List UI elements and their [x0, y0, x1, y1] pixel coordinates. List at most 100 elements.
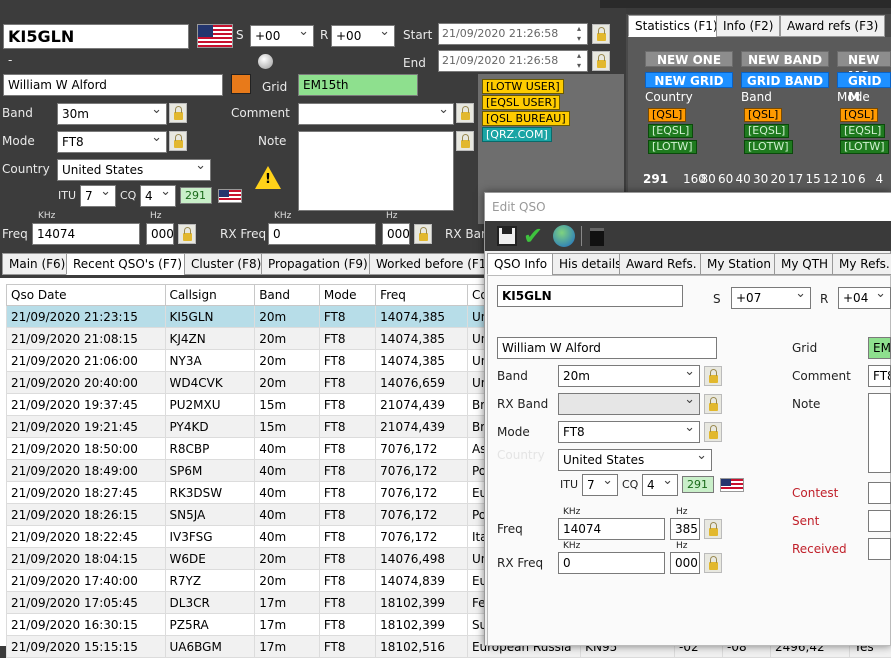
freq-khz-input[interactable]: 14074 [32, 223, 140, 245]
dialog-contest-input[interactable] [868, 482, 891, 504]
rxfreq-khz-input[interactable]: 0 [268, 223, 376, 245]
tab-main[interactable]: Main (F6) [2, 253, 72, 275]
tab-statistics[interactable]: Statistics (F1) [628, 15, 725, 37]
qrz-lookup-icon[interactable] [231, 74, 251, 94]
table-cell: 21/09/2020 18:22:45 [7, 526, 166, 548]
mode-select[interactable]: FT8 [57, 131, 167, 153]
dialog-mode-label: Mode [497, 425, 530, 439]
freq-hz-input[interactable]: 000 [146, 223, 174, 245]
dialog-rxband-select[interactable] [558, 393, 700, 415]
comment-select[interactable] [298, 103, 454, 125]
dialog-sent-input[interactable] [868, 510, 891, 532]
table-cell: FT8 [319, 526, 375, 548]
cq-label: CQ [120, 189, 136, 202]
dialog-callsign-input[interactable]: KI5GLN [497, 285, 683, 307]
warning-icon-mark: ! [265, 172, 271, 187]
country-select[interactable]: United States [57, 159, 211, 181]
dialog-r-select[interactable]: +04 [838, 287, 891, 309]
callsign-input[interactable]: KI5GLN [3, 24, 189, 49]
dialog-grid-input[interactable]: EM1 [868, 337, 891, 359]
comment-label: Comment [231, 106, 290, 120]
dialog-cq-select[interactable]: 4 [642, 474, 678, 496]
dialog-mode-lock-icon[interactable] [704, 422, 722, 442]
dialog-freq-khz-input[interactable]: 14074 [558, 518, 665, 540]
dialog-name-input[interactable]: William W Alford [497, 337, 717, 359]
column-header[interactable]: Band [255, 285, 320, 306]
mode-lock-icon[interactable] [169, 131, 187, 151]
start-datetime[interactable]: 21/09/2020 21:26:58 [438, 23, 588, 45]
toolbar-divider [581, 226, 582, 246]
itu-select[interactable]: 7 [80, 185, 116, 207]
table-cell: WD4CVK [165, 372, 255, 394]
column-header[interactable]: Qso Date [7, 285, 166, 306]
dialog-comment-input[interactable]: FT8 [868, 365, 891, 387]
dialog-country-select[interactable]: United States [558, 449, 712, 471]
cq-select[interactable]: 4 [140, 185, 176, 207]
end-datetime[interactable]: 21/09/2020 21:26:58 [438, 50, 588, 72]
freq-lock-icon[interactable] [178, 224, 196, 244]
tab-propagation[interactable]: Propagation (F9) [261, 253, 375, 275]
delete-trash-icon[interactable] [590, 228, 604, 246]
column-header[interactable]: Callsign [165, 285, 255, 306]
tab-recent-qsos[interactable]: Recent QSO's (F7) [66, 253, 189, 275]
table-cell: R8CBP [165, 438, 255, 460]
tab-info[interactable]: Info (F2) [716, 15, 780, 37]
table-cell: 21074,439 [376, 394, 468, 416]
rxfreq-hz-input[interactable]: 000 [382, 223, 410, 245]
dialog-itu-label: ITU [560, 478, 578, 491]
status-led-icon [258, 54, 273, 69]
dialog-tab-award-refs[interactable]: Award Refs. [619, 253, 704, 275]
note-lock-icon[interactable] [456, 131, 474, 151]
band-select[interactable]: 30m [57, 103, 167, 125]
table-cell: 20m [255, 306, 320, 328]
rxband-label: RX Ban [445, 227, 489, 241]
table-cell: FT8 [319, 636, 375, 658]
dialog-received-input[interactable] [868, 538, 891, 560]
tab-award-refs[interactable]: Award refs (F3) [780, 15, 885, 37]
table-cell: 21/09/2020 18:50:00 [7, 438, 166, 460]
end-lock-icon[interactable] [592, 51, 610, 71]
table-cell: 7076,172 [376, 460, 468, 482]
r-report-select[interactable]: +00 [331, 25, 395, 47]
table-cell: 14074,385 [376, 328, 468, 350]
dialog-note-textarea[interactable] [868, 393, 891, 473]
qrz-com-tag[interactable]: [QRZ.COM] [482, 127, 552, 142]
dialog-rxfreq-hz-input[interactable]: 000 [670, 552, 700, 574]
table-cell: 40m [255, 482, 320, 504]
dialog-band-select[interactable]: 20m [558, 365, 700, 387]
rxfreq-lock-icon[interactable] [414, 224, 432, 244]
dialog-freq-lock-icon[interactable] [704, 519, 722, 539]
dialog-rxband-lock-icon[interactable] [704, 394, 722, 414]
table-cell: 20m [255, 548, 320, 570]
band-lock-icon[interactable] [169, 103, 187, 123]
start-lock-icon[interactable] [592, 24, 610, 44]
mode-label: Mode [2, 134, 35, 148]
stat-band-number: 60 [718, 172, 733, 186]
dialog-tab-my-station[interactable]: My Station [700, 253, 778, 275]
s-report-select[interactable]: +00 [250, 25, 314, 47]
dialog-rxfreq-khz-input[interactable]: 0 [558, 552, 665, 574]
column-header[interactable]: Freq [376, 285, 468, 306]
dialog-tab-my-qth[interactable]: My QTH [774, 253, 835, 275]
dialog-tab-qso-info[interactable]: QSO Info [487, 253, 554, 275]
stat-new-one: NEW ONE [645, 51, 733, 67]
note-textarea[interactable] [298, 131, 454, 211]
confirm-check-icon[interactable]: ✔ [523, 222, 543, 250]
dialog-itu-select[interactable]: 7 [582, 474, 618, 496]
dialog-rxfreq-lock-icon[interactable] [704, 553, 722, 573]
globe-icon[interactable] [553, 225, 575, 247]
comment-lock-icon[interactable] [456, 103, 474, 123]
dialog-tab-his-details[interactable]: His details [552, 253, 628, 275]
dialog-s-select[interactable]: +07 [731, 287, 811, 309]
column-header[interactable]: Mode [319, 285, 375, 306]
dialog-band-lock-icon[interactable] [704, 366, 722, 386]
grid-input[interactable]: EM15th [298, 74, 418, 96]
stat-band-number: 15 [806, 172, 821, 186]
dialog-tab-my-refs[interactable]: My Refs. [832, 253, 891, 275]
dialog-freq-hz-input[interactable]: 385 [670, 518, 700, 540]
dxcc-field: 291 [180, 187, 212, 204]
dialog-mode-select[interactable]: FT8 [558, 421, 700, 443]
table-cell: PY4KD [165, 416, 255, 438]
name-input[interactable]: William W Alford [3, 74, 223, 96]
tab-cluster[interactable]: Cluster (F8) [184, 253, 268, 275]
